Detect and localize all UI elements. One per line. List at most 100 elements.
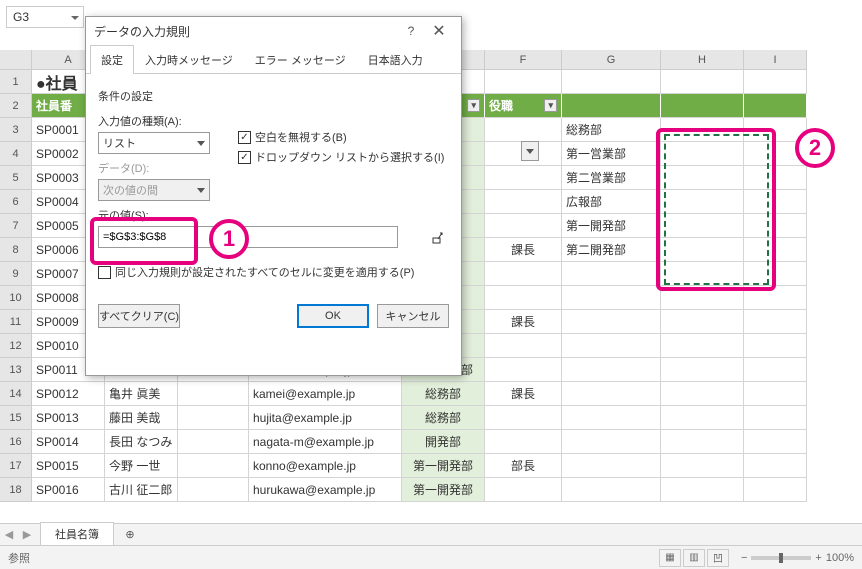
employee-name[interactable]: 今野 一世: [105, 454, 178, 478]
cell[interactable]: [178, 406, 249, 430]
source-list-cell[interactable]: [562, 358, 661, 382]
row-header[interactable]: 17: [0, 454, 32, 478]
employee-email[interactable]: nagata-m@example.jp: [249, 430, 402, 454]
employee-name[interactable]: 古川 征二郎: [105, 478, 178, 502]
column-header[interactable]: G: [562, 50, 661, 70]
employee-email[interactable]: hujita@example.jp: [249, 406, 402, 430]
department-cell[interactable]: 総務部: [402, 406, 485, 430]
source-list-cell[interactable]: [562, 310, 661, 334]
row-header[interactable]: 7: [0, 214, 32, 238]
normal-view-button[interactable]: ▦: [659, 549, 681, 567]
cell-dropdown-button[interactable]: [521, 141, 539, 161]
cell[interactable]: [661, 286, 744, 310]
employee-id[interactable]: SP0013: [32, 406, 105, 430]
table-header[interactable]: [744, 94, 807, 118]
cell[interactable]: [178, 382, 249, 406]
row-header[interactable]: 12: [0, 334, 32, 358]
row-header[interactable]: 14: [0, 382, 32, 406]
cell[interactable]: [661, 310, 744, 334]
source-list-cell[interactable]: [562, 406, 661, 430]
employee-name[interactable]: 亀井 眞美: [105, 382, 178, 406]
sheet-nav-next[interactable]: ▶: [18, 526, 36, 544]
employee-email[interactable]: hurukawa@example.jp: [249, 478, 402, 502]
cell[interactable]: [562, 70, 661, 94]
position-cell[interactable]: 課長: [485, 310, 562, 334]
position-cell[interactable]: [485, 262, 562, 286]
position-cell[interactable]: 課長: [485, 382, 562, 406]
row-header[interactable]: 18: [0, 478, 32, 502]
page-layout-view-button[interactable]: ▥: [683, 549, 705, 567]
source-list-cell[interactable]: [562, 334, 661, 358]
source-list-cell[interactable]: 広報部: [562, 190, 661, 214]
zoom-level[interactable]: 100%: [826, 552, 854, 564]
employee-email[interactable]: kamei@example.jp: [249, 382, 402, 406]
cell[interactable]: [744, 310, 807, 334]
range-picker-icon[interactable]: [429, 228, 447, 246]
employee-id[interactable]: SP0012: [32, 382, 105, 406]
position-cell[interactable]: [485, 406, 562, 430]
employee-id[interactable]: SP0016: [32, 478, 105, 502]
zoom-control[interactable]: − + 100%: [741, 552, 854, 564]
column-header[interactable]: F: [485, 50, 562, 70]
table-header[interactable]: 役職: [485, 94, 562, 118]
zoom-slider[interactable]: [751, 556, 811, 560]
add-sheet-button[interactable]: ⊕: [120, 525, 140, 545]
row-header[interactable]: 13: [0, 358, 32, 382]
department-cell[interactable]: 総務部: [402, 382, 485, 406]
source-list-cell[interactable]: 第二開発部: [562, 238, 661, 262]
cell[interactable]: [485, 70, 562, 94]
dialog-tab[interactable]: 設定: [90, 45, 134, 74]
source-list-cell[interactable]: [562, 262, 661, 286]
position-cell[interactable]: 部長: [485, 454, 562, 478]
allow-combo[interactable]: リスト: [98, 132, 210, 154]
source-list-cell[interactable]: 第一営業部: [562, 142, 661, 166]
cell[interactable]: [661, 430, 744, 454]
help-button[interactable]: ?: [397, 19, 425, 43]
cell[interactable]: [744, 334, 807, 358]
cell[interactable]: [661, 382, 744, 406]
cell[interactable]: [744, 286, 807, 310]
cell[interactable]: [744, 406, 807, 430]
column-header[interactable]: I: [744, 50, 807, 70]
position-cell[interactable]: [485, 190, 562, 214]
dialog-tab[interactable]: エラー メッセージ: [244, 45, 357, 74]
source-list-cell[interactable]: [562, 286, 661, 310]
cell[interactable]: [744, 382, 807, 406]
employee-id[interactable]: SP0015: [32, 454, 105, 478]
source-list-cell[interactable]: 総務部: [562, 118, 661, 142]
ignore-blank-checkbox[interactable]: ✓空白を無視する(B): [238, 129, 444, 145]
row-header[interactable]: 3: [0, 118, 32, 142]
cell[interactable]: [744, 454, 807, 478]
department-cell[interactable]: 第一開発部: [402, 478, 485, 502]
cell[interactable]: [178, 430, 249, 454]
cell[interactable]: [178, 478, 249, 502]
table-header[interactable]: [661, 94, 744, 118]
row-header[interactable]: 2: [0, 94, 32, 118]
position-cell[interactable]: [485, 166, 562, 190]
row-header[interactable]: 8: [0, 238, 32, 262]
cell[interactable]: [178, 454, 249, 478]
position-cell[interactable]: [485, 334, 562, 358]
cell[interactable]: [744, 358, 807, 382]
name-box[interactable]: G3: [6, 6, 84, 28]
cell[interactable]: [744, 478, 807, 502]
position-cell[interactable]: [485, 358, 562, 382]
sheet-tab[interactable]: 社員名簿: [40, 522, 114, 547]
row-header[interactable]: 9: [0, 262, 32, 286]
employee-email[interactable]: konno@example.jp: [249, 454, 402, 478]
cell[interactable]: [661, 70, 744, 94]
source-list-cell[interactable]: [562, 454, 661, 478]
row-header[interactable]: 15: [0, 406, 32, 430]
page-break-view-button[interactable]: 凹: [707, 549, 729, 567]
position-cell[interactable]: [485, 214, 562, 238]
cell[interactable]: [661, 358, 744, 382]
source-list-cell[interactable]: [562, 478, 661, 502]
source-list-cell[interactable]: [562, 430, 661, 454]
dialog-tab[interactable]: 入力時メッセージ: [134, 45, 244, 74]
cell[interactable]: [661, 478, 744, 502]
department-cell[interactable]: 開発部: [402, 430, 485, 454]
employee-name[interactable]: 藤田 美哉: [105, 406, 178, 430]
clear-all-button[interactable]: すべてクリア(C): [98, 304, 180, 328]
row-header[interactable]: 6: [0, 190, 32, 214]
row-header[interactable]: 11: [0, 310, 32, 334]
